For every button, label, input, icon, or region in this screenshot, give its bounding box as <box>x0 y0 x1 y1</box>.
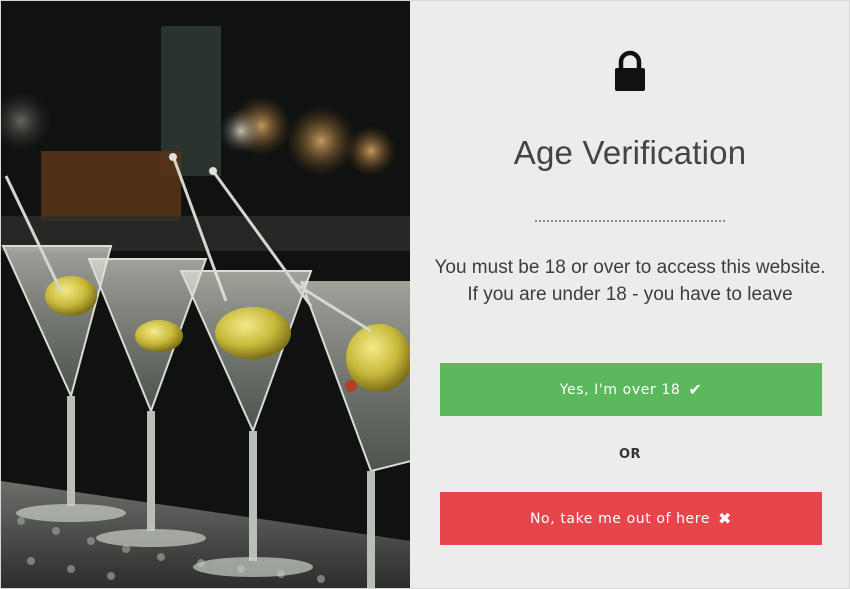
deny-age-label: No, take me out of here <box>529 510 711 527</box>
age-requirement-message: You must be 18 or over to access this we… <box>434 257 826 305</box>
verification-panel: Age Verification You must be 18 or over … <box>410 1 849 588</box>
page-title: Age Verification <box>513 134 747 171</box>
x-icon: ✖ <box>718 508 733 528</box>
checkmark-icon: ✔ <box>688 379 703 399</box>
age-verification-modal: Age Verification You must be 18 or over … <box>0 0 850 589</box>
divider <box>535 220 726 222</box>
lock-icon <box>612 49 648 93</box>
confirm-age-label: Yes, I'm over 18 <box>559 381 681 398</box>
confirm-age-button[interactable]: Yes, I'm over 18 ✔ <box>440 363 823 416</box>
deny-age-button[interactable]: No, take me out of here ✖ <box>440 492 823 545</box>
martini-photo <box>1 1 411 588</box>
or-separator: OR <box>619 447 642 462</box>
